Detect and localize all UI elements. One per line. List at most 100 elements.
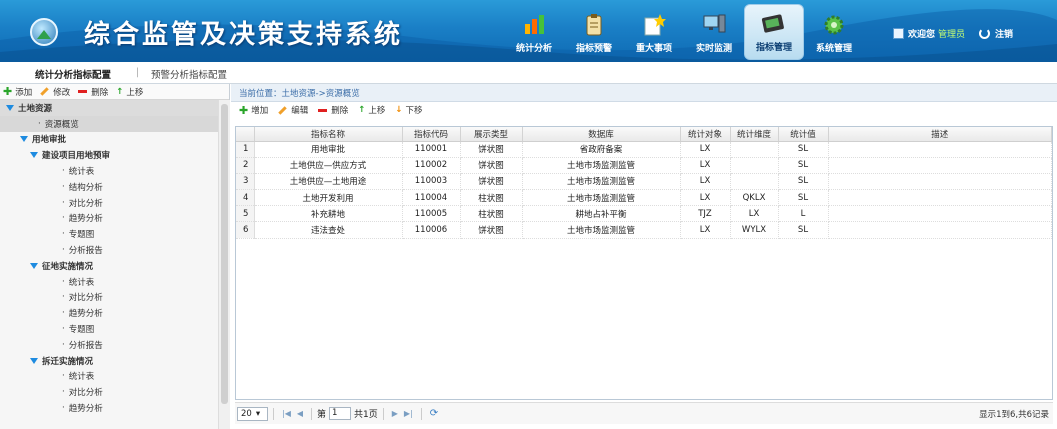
next-page-icon[interactable]: ▶ xyxy=(392,409,398,418)
table-row[interactable]: 2 土地供应—供应方式 110002 饼状图 土地市场监测监管 LX SL xyxy=(236,157,1052,174)
tree-leaf[interactable]: · 资源概览 xyxy=(0,115,218,132)
table-row[interactable]: 4 土地开发利用 110004 柱状图 土地市场监测监管 LX QKLX SL xyxy=(236,189,1052,207)
table-cell xyxy=(828,141,1052,158)
column-header[interactable]: 描述 xyxy=(828,127,1052,142)
table-cell: QKLX xyxy=(730,189,779,207)
tree-leaf[interactable]: · 专题图 xyxy=(0,226,218,242)
tree-node[interactable]: 建设项目用地预审 xyxy=(0,147,218,163)
page-number-input[interactable]: 1 xyxy=(329,407,352,420)
sub-tabs: 统计分析指标配置 | 预警分析指标配置 xyxy=(0,62,1057,84)
nav-indicator-warning[interactable]: 指标预警 xyxy=(564,4,624,60)
table-row[interactable]: 1 用地审批 110001 饼状图 省政府备案 LX SL xyxy=(236,141,1052,158)
tree-leaf[interactable]: · 统计表 xyxy=(0,274,218,290)
nav-realtime-monitor[interactable]: 实时监测 xyxy=(684,4,744,60)
chevron-down-icon: ▾ xyxy=(255,408,261,419)
nav-system-management[interactable]: 系统管理 xyxy=(804,4,864,60)
table-cell: SL xyxy=(778,141,829,158)
table-cell: 土地开发利用 xyxy=(254,189,403,207)
sidebar-add-button[interactable]: ✚ 添加 xyxy=(3,85,32,98)
tree-leaf[interactable]: · 对比分析 xyxy=(0,384,218,400)
sidebar-toolbar: ✚ 添加 修改 删除 ↑ 上移 xyxy=(0,84,229,100)
tree-node[interactable]: 拆迁实施情况 xyxy=(0,353,218,369)
grid-edit-button[interactable]: 编辑 xyxy=(278,104,308,116)
tree-leaf[interactable]: · 分析报告 xyxy=(0,242,218,258)
grid-add-button[interactable]: ✚ 增加 xyxy=(239,104,268,117)
monitor-icon xyxy=(700,12,728,38)
tree-node[interactable]: 征地实施情况 xyxy=(0,258,218,274)
first-page-icon[interactable]: |◀ xyxy=(282,409,291,418)
table-cell: 饼状图 xyxy=(460,173,523,191)
column-header[interactable]: 统计值 xyxy=(778,127,829,142)
arrow-up-icon: ↑ xyxy=(358,105,366,115)
sidebar-delete-button[interactable]: 删除 xyxy=(78,86,108,98)
tree-leaf[interactable]: · 趋势分析 xyxy=(0,400,218,416)
divider xyxy=(273,407,274,420)
scrollbar-thumb[interactable] xyxy=(221,104,228,404)
logout-button[interactable]: 注销 xyxy=(979,27,1013,40)
sidebar-up-button[interactable]: ↑ 上移 xyxy=(116,86,143,98)
sidebar-edit-button[interactable]: 修改 xyxy=(40,86,70,98)
prev-page-icon[interactable]: ◀ xyxy=(297,409,303,418)
table-cell: 110002 xyxy=(402,157,461,174)
gear-icon xyxy=(820,12,848,38)
table-cell: 用地审批 xyxy=(254,141,403,158)
table-cell xyxy=(730,141,779,158)
last-page-icon[interactable]: ▶| xyxy=(404,409,413,418)
tree-node[interactable]: 土地资源 xyxy=(0,100,218,116)
tree-leaf[interactable]: · 专题图 xyxy=(0,321,218,337)
expand-arrow-icon[interactable] xyxy=(30,262,38,269)
clipboard-icon xyxy=(580,12,608,38)
table-cell xyxy=(828,189,1052,207)
table-cell: 补充耕地 xyxy=(254,205,403,223)
table-cell: SL xyxy=(778,173,829,191)
logout-label: 注销 xyxy=(995,30,1014,40)
column-header[interactable]: 统计对象 xyxy=(680,127,731,142)
tree-leaf[interactable]: · 结构分析 xyxy=(0,179,218,195)
divider xyxy=(420,407,422,420)
tab-warning-config[interactable]: 预警分析指标配置 xyxy=(151,67,227,81)
table-row[interactable]: 3 土地供应—土地用途 110003 饼状图 土地市场监测监管 LX SL xyxy=(236,173,1052,191)
tree-leaf[interactable]: · 统计表 xyxy=(0,163,218,179)
column-header[interactable]: 统计维度 xyxy=(730,127,779,142)
refresh-icon[interactable]: ⟳ xyxy=(430,408,438,419)
column-header[interactable]: 指标名称 xyxy=(254,127,403,142)
table-cell xyxy=(828,173,1052,191)
grid-delete-button[interactable]: 删除 xyxy=(318,104,348,116)
expand-arrow-icon[interactable] xyxy=(20,136,28,143)
divider xyxy=(311,407,313,420)
page-size-select[interactable]: 20 ▾ xyxy=(237,406,268,421)
plus-icon: ✚ xyxy=(239,103,249,117)
tree-node[interactable]: 用地审批 xyxy=(0,132,218,148)
grid-up-button[interactable]: ↑ 上移 xyxy=(358,104,385,116)
tree-leaf[interactable]: · 趋势分析 xyxy=(0,211,218,227)
table-row[interactable]: 5 补充耕地 110005 柱状图 耕地占补平衡 TJZ LX L xyxy=(236,205,1052,223)
tree-leaf[interactable]: · 对比分析 xyxy=(0,290,218,306)
column-header[interactable]: 展示类型 xyxy=(460,127,523,142)
arrow-up-icon: ↑ xyxy=(116,86,124,97)
expand-arrow-icon[interactable] xyxy=(30,357,38,364)
tree-leaf[interactable]: · 对比分析 xyxy=(0,195,218,211)
column-header[interactable]: 数据库 xyxy=(522,127,681,142)
nav-label: 指标管理 xyxy=(755,43,792,53)
row-number: 6 xyxy=(236,221,255,239)
nav-major-events[interactable]: 重大事项 xyxy=(624,4,684,60)
table-cell: 土地市场监测监管 xyxy=(522,189,681,207)
table-cell: 110006 xyxy=(402,221,461,239)
sidebar-scrollbar[interactable] xyxy=(218,100,230,429)
expand-arrow-icon[interactable] xyxy=(30,152,38,159)
tree-leaf[interactable]: · 分析报告 xyxy=(0,337,218,353)
table-cell: LX xyxy=(680,141,731,158)
tab-stat-config[interactable]: 统计分析指标配置 xyxy=(35,67,111,81)
nav-indicator-management[interactable]: 指标管理 xyxy=(744,4,804,60)
column-header[interactable]: 指标代码 xyxy=(402,127,461,142)
tree-leaf[interactable]: · 趋势分析 xyxy=(0,305,218,321)
note-star-icon xyxy=(640,12,668,38)
tree-leaf[interactable]: · 统计表 xyxy=(0,369,218,385)
table-row[interactable]: 6 违法查处 110006 饼状图 土地市场监测监管 LX WYLX SL xyxy=(236,221,1052,239)
nav-stat-analysis[interactable]: 统计分析 xyxy=(504,4,564,60)
power-icon xyxy=(979,28,991,39)
arrow-down-icon: ↓ xyxy=(395,105,403,115)
grid-down-button[interactable]: ↓ 下移 xyxy=(395,104,422,116)
expand-arrow-icon[interactable] xyxy=(6,104,14,111)
data-grid: 指标名称 指标代码 展示类型 数据库 统计对象 统计维度 统计值 描述 1 用地审… xyxy=(235,126,1053,400)
